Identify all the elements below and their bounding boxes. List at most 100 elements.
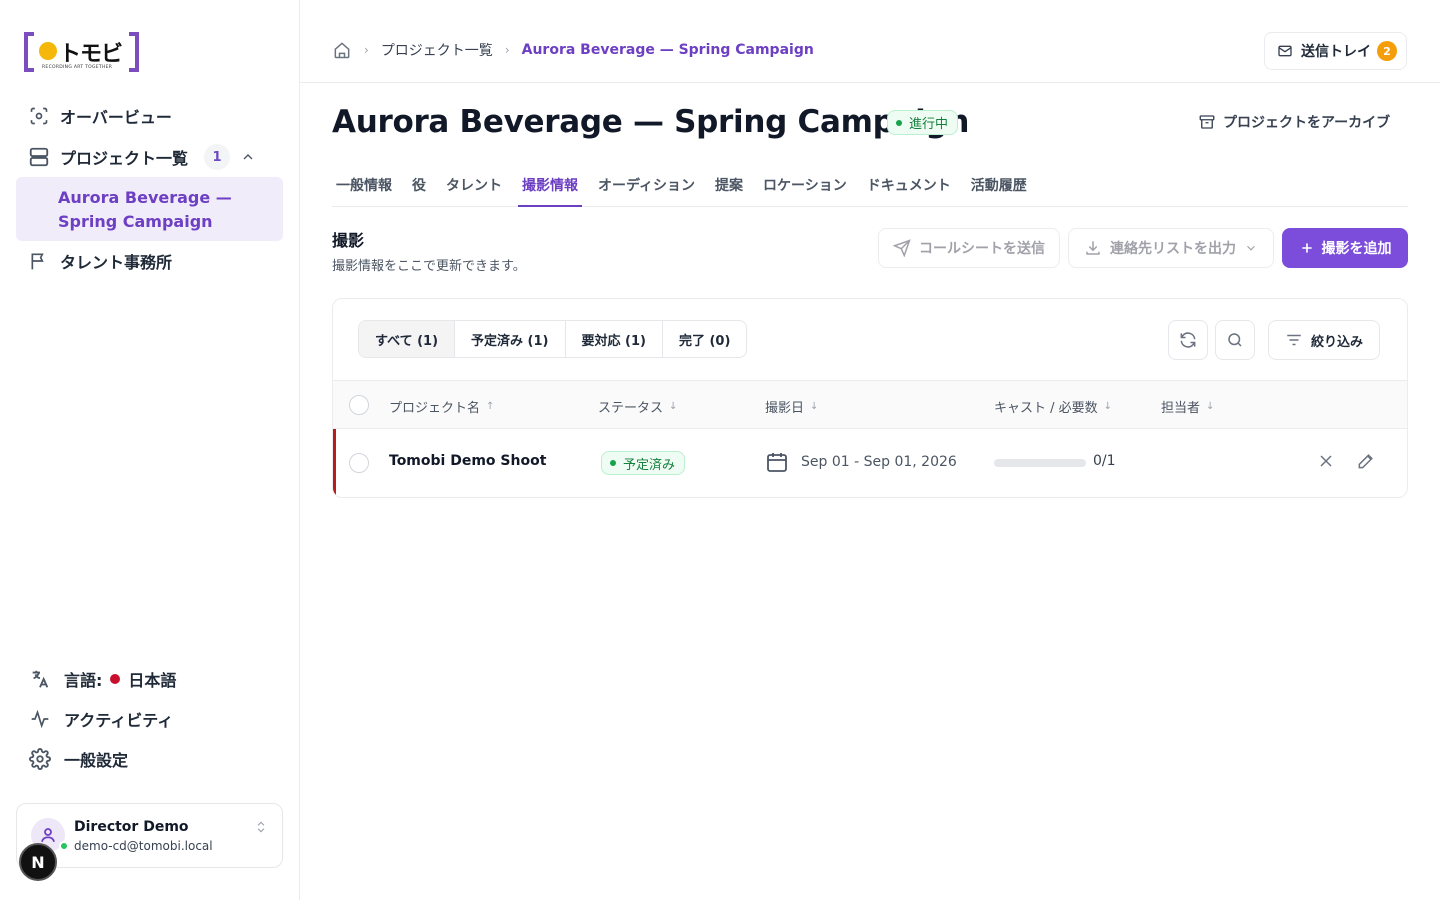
shoot-name[interactable]: Tomobi Demo Shoot	[389, 453, 546, 469]
outbox-button[interactable]: 送信トレイ 2	[1264, 32, 1407, 70]
search-icon	[1226, 331, 1244, 349]
add-shoot-button[interactable]: 撮影を追加	[1282, 228, 1408, 268]
breadcrumb-current: Aurora Beverage — Spring Campaign	[521, 42, 814, 58]
plus-icon	[1299, 240, 1315, 256]
archive-label: プロジェクトをアーカイブ	[1223, 115, 1391, 131]
column-assignee[interactable]: 担当者 ↓	[1161, 397, 1214, 416]
language-label: 言語:	[64, 671, 103, 690]
export-contacts-button[interactable]: 連絡先リストを出力	[1068, 228, 1274, 268]
select-all-checkbox[interactable]	[349, 395, 369, 415]
logo-dot	[39, 42, 57, 60]
column-label: プロジェクト名	[389, 401, 481, 416]
sidebar-item-activity[interactable]: アクティビティ	[16, 707, 284, 731]
sidebar-item-projects[interactable]: プロジェクト一覧 1	[16, 144, 284, 170]
cast-count: 0/1	[1093, 453, 1116, 469]
topbar: › プロジェクト一覧 › Aurora Beverage — Spring Ca…	[300, 0, 1440, 83]
chevron-right-icon: ›	[504, 43, 510, 57]
sort-down-icon: ↓	[810, 401, 819, 412]
sidebar-item-label: プロジェクト一覧	[60, 149, 189, 168]
sort-down-icon: ↓	[1103, 401, 1113, 412]
close-icon	[1316, 451, 1336, 471]
status-dot	[896, 119, 902, 126]
tab-locations[interactable]: ロケーション	[759, 168, 851, 207]
export-contacts-label: 連絡先リストを出力	[1110, 241, 1236, 257]
chevron-down-icon	[1244, 241, 1258, 255]
sidebar-subitem-project[interactable]: Aurora Beverage — Spring Campaign	[16, 177, 283, 241]
project-status-badge: 進行中	[887, 110, 959, 135]
pencil-icon	[1356, 451, 1376, 471]
scan-icon	[28, 105, 50, 127]
status-dot	[610, 460, 616, 466]
tab-activity[interactable]: 活動履歴	[967, 168, 1031, 207]
sidebar-item-label: タレント事務所	[60, 253, 173, 272]
send-callsheet-label: コールシートを送信	[919, 241, 1045, 257]
translate-icon	[28, 667, 52, 691]
add-shoot-label: 撮影を追加	[1321, 241, 1392, 257]
edit-row-button[interactable]	[1356, 451, 1376, 471]
column-label: ステータス	[598, 401, 664, 416]
segment-action-required[interactable]: 要対応 (1)	[566, 321, 663, 357]
column-status[interactable]: ステータス ↓	[598, 397, 677, 416]
chevron-up-icon[interactable]	[240, 149, 256, 165]
outbox-count-badge: 2	[1377, 41, 1397, 61]
sort-up-icon: ↑	[486, 401, 495, 412]
tab-shoots[interactable]: 撮影情報	[518, 168, 582, 207]
activity-label: アクティビティ	[64, 711, 174, 730]
logo-bracket-left	[24, 32, 34, 72]
tomobi-logo[interactable]: トモビ RECORDING ART TOGETHER	[24, 32, 139, 72]
sidebar-item-agencies[interactable]: タレント事務所	[16, 249, 284, 273]
send-icon	[893, 239, 911, 257]
breadcrumb-projects[interactable]: プロジェクト一覧	[381, 40, 493, 60]
tab-talent[interactable]: タレント	[442, 168, 506, 207]
refresh-icon	[1178, 330, 1198, 350]
table-header: プロジェクト名 ↑ ステータス ↓ 撮影日 ↓ キャスト / 必要数 ↓ 担当者 ↓	[333, 380, 1407, 429]
download-icon	[1084, 239, 1102, 257]
projects-icon	[28, 146, 50, 168]
language-selector[interactable]: 言語: 日本語	[16, 667, 284, 691]
table-row[interactable]: Tomobi Demo Shoot 予定済み Sep 01 - Sep 01, …	[333, 429, 1407, 497]
activity-icon	[28, 707, 52, 731]
projects-count-badge: 1	[204, 144, 231, 170]
online-status-dot	[59, 841, 69, 851]
user-name: Director Demo	[74, 819, 189, 835]
delete-row-button[interactable]	[1316, 451, 1336, 471]
logo-tagline: RECORDING ART TOGETHER	[42, 65, 113, 70]
segment-completed[interactable]: 完了 (0)	[663, 321, 746, 357]
send-callsheet-button[interactable]: コールシートを送信	[878, 228, 1060, 268]
logo-bracket-right	[129, 32, 139, 72]
sidebar-item-label: オーバービュー	[60, 108, 172, 127]
page-title: Aurora Beverage — Spring Campaign	[332, 104, 970, 140]
flag-icon	[28, 250, 50, 272]
shoot-date: Sep 01 - Sep 01, 2026	[765, 450, 957, 474]
language-value: 日本語	[128, 671, 177, 690]
tab-roles[interactable]: 役	[408, 168, 430, 207]
tab-auditions[interactable]: オーディション	[594, 168, 699, 207]
dev-tools-badge[interactable]: N	[19, 843, 57, 881]
breadcrumb: › プロジェクト一覧 › Aurora Beverage — Spring Ca…	[332, 40, 814, 60]
segment-all[interactable]: すべて (1)	[359, 321, 456, 357]
settings-label: 一般設定	[64, 751, 129, 770]
filter-icon	[1285, 331, 1303, 349]
search-button[interactable]	[1215, 320, 1255, 360]
home-icon[interactable]	[332, 40, 352, 60]
column-shoot-date[interactable]: 撮影日 ↓	[765, 397, 818, 416]
sidebar: トモビ RECORDING ART TOGETHER オーバービュー プロジェク…	[0, 0, 300, 900]
archive-project-button[interactable]: プロジェクトをアーカイブ	[1198, 112, 1390, 132]
column-cast[interactable]: キャスト / 必要数 ↓	[994, 397, 1112, 416]
tab-general[interactable]: 一般情報	[332, 168, 396, 207]
sort-down-icon: ↓	[669, 401, 678, 412]
tab-proposals[interactable]: 提案	[711, 168, 747, 207]
cast-progress-bar	[994, 459, 1086, 467]
filter-button[interactable]: 絞り込み	[1268, 320, 1380, 360]
sidebar-item-settings[interactable]: 一般設定	[16, 747, 284, 771]
tab-documents[interactable]: ドキュメント	[863, 168, 955, 207]
sidebar-item-overview[interactable]: オーバービュー	[16, 104, 284, 128]
segment-scheduled[interactable]: 予定済み (1)	[455, 321, 566, 357]
refresh-button[interactable]	[1168, 320, 1208, 360]
column-project-name[interactable]: プロジェクト名 ↑	[389, 397, 494, 416]
outbox-label: 送信トレイ	[1301, 44, 1371, 60]
filter-label: 絞り込み	[1310, 334, 1363, 350]
column-label: 担当者	[1161, 401, 1201, 416]
chevron-up-down-icon	[254, 819, 268, 838]
row-checkbox[interactable]	[349, 453, 369, 473]
